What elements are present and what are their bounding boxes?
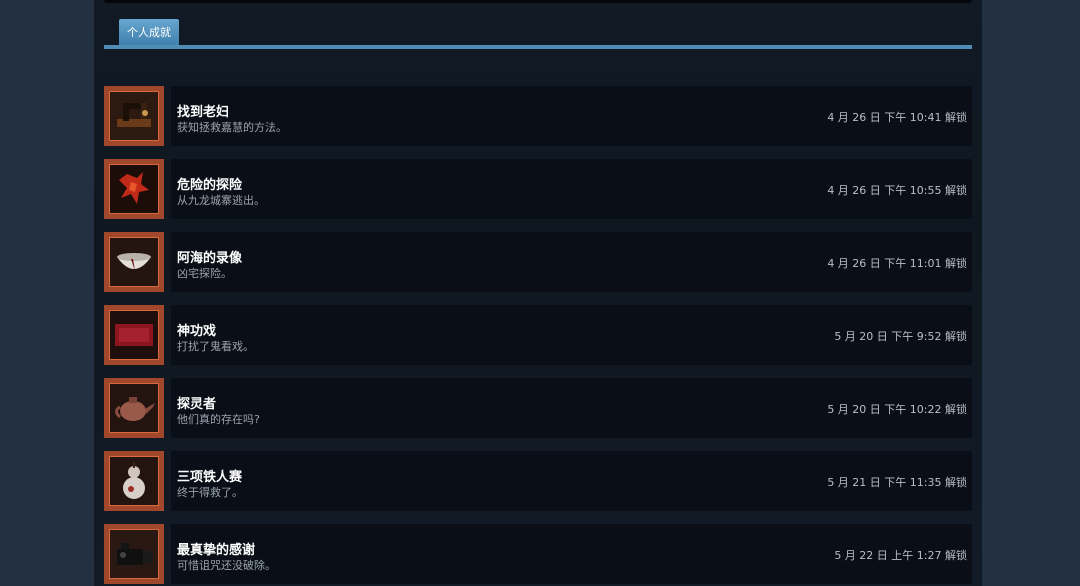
red-cloth-icon xyxy=(104,305,164,365)
top-bar xyxy=(104,0,972,3)
unlock-time: 5 月 20 日 下午 10:22 解锁 xyxy=(827,403,967,416)
right-background xyxy=(982,0,1080,586)
unlock-time: 5 月 20 日 下午 9:52 解锁 xyxy=(834,330,967,343)
achievement-row[interactable]: 三项铁人赛 终于得救了。 5 月 21 日 下午 11:35 解锁 xyxy=(104,451,972,511)
achievement-card: 找到老妇 获知拯救嘉慧的方法。 4 月 26 日 下午 10:41 解锁 xyxy=(171,86,972,146)
tab-personal-achievements[interactable]: 个人成就 xyxy=(119,19,179,45)
achievement-title: 阿海的录像 xyxy=(177,251,243,266)
achievement-description: 从九龙城寨逃出。 xyxy=(177,194,265,207)
achievement-title: 探灵者 xyxy=(177,397,217,412)
bowl-icon xyxy=(104,232,164,292)
achievement-list: 找到老妇 获知拯救嘉慧的方法。 4 月 26 日 下午 10:41 解锁 危险的… xyxy=(104,86,972,586)
achievement-title: 三项铁人赛 xyxy=(177,470,243,485)
unlock-time: 4 月 26 日 下午 10:41 解锁 xyxy=(827,111,967,124)
unlock-time: 4 月 26 日 下午 10:55 解锁 xyxy=(827,184,967,197)
achievement-description: 他们真的存在吗? xyxy=(177,413,260,426)
gourd-icon xyxy=(104,451,164,511)
achievement-row[interactable]: 阿海的录像 凶宅探险。 4 月 26 日 下午 11:01 解锁 xyxy=(104,232,972,292)
tab-underline xyxy=(104,45,972,49)
achievement-row[interactable]: 危险的探险 从九龙城寨逃出。 4 月 26 日 下午 10:55 解锁 xyxy=(104,159,972,219)
achievement-description: 获知拯救嘉慧的方法。 xyxy=(177,121,287,134)
achievement-title: 找到老妇 xyxy=(177,105,230,120)
achievement-card: 危险的探险 从九龙城寨逃出。 4 月 26 日 下午 10:55 解锁 xyxy=(171,159,972,219)
achievement-card: 最真挚的感谢 可惜诅咒还没破除。 5 月 22 日 上午 1:27 解锁 xyxy=(171,524,972,584)
unlock-time: 4 月 26 日 下午 11:01 解锁 xyxy=(827,257,967,270)
red-creature-icon xyxy=(104,159,164,219)
achievement-card: 神功戏 打扰了鬼看戏。 5 月 20 日 下午 9:52 解锁 xyxy=(171,305,972,365)
achievement-row[interactable]: 找到老妇 获知拯救嘉慧的方法。 4 月 26 日 下午 10:41 解锁 xyxy=(104,86,972,146)
page: 个人成就 找到老妇 获知拯救嘉慧的方法。 4 月 26 日 下午 10:41 解… xyxy=(0,0,1080,586)
camera-icon xyxy=(104,524,164,584)
achievement-title: 神功戏 xyxy=(177,324,217,339)
achievement-description: 终于得救了。 xyxy=(177,486,243,499)
achievement-description: 可惜诅咒还没破除。 xyxy=(177,559,276,572)
achievement-row[interactable]: 最真挚的感谢 可惜诅咒还没破除。 5 月 22 日 上午 1:27 解锁 xyxy=(104,524,972,584)
left-background xyxy=(0,0,94,586)
achievement-description: 打扰了鬼看戏。 xyxy=(177,340,254,353)
sewing-machine-icon xyxy=(104,86,164,146)
achievement-card: 三项铁人赛 终于得救了。 5 月 21 日 下午 11:35 解锁 xyxy=(171,451,972,511)
achievement-card: 探灵者 他们真的存在吗? 5 月 20 日 下午 10:22 解锁 xyxy=(171,378,972,438)
achievement-title: 最真挚的感谢 xyxy=(177,543,256,558)
achievement-row[interactable]: 探灵者 他们真的存在吗? 5 月 20 日 下午 10:22 解锁 xyxy=(104,378,972,438)
achievement-card: 阿海的录像 凶宅探险。 4 月 26 日 下午 11:01 解锁 xyxy=(171,232,972,292)
unlock-time: 5 月 22 日 上午 1:27 解锁 xyxy=(834,549,967,562)
achievement-row[interactable]: 神功戏 打扰了鬼看戏。 5 月 20 日 下午 9:52 解锁 xyxy=(104,305,972,365)
unlock-time: 5 月 21 日 下午 11:35 解锁 xyxy=(827,476,967,489)
achievement-title: 危险的探险 xyxy=(177,178,243,193)
teapot-icon xyxy=(104,378,164,438)
achievement-description: 凶宅探险。 xyxy=(177,267,232,280)
